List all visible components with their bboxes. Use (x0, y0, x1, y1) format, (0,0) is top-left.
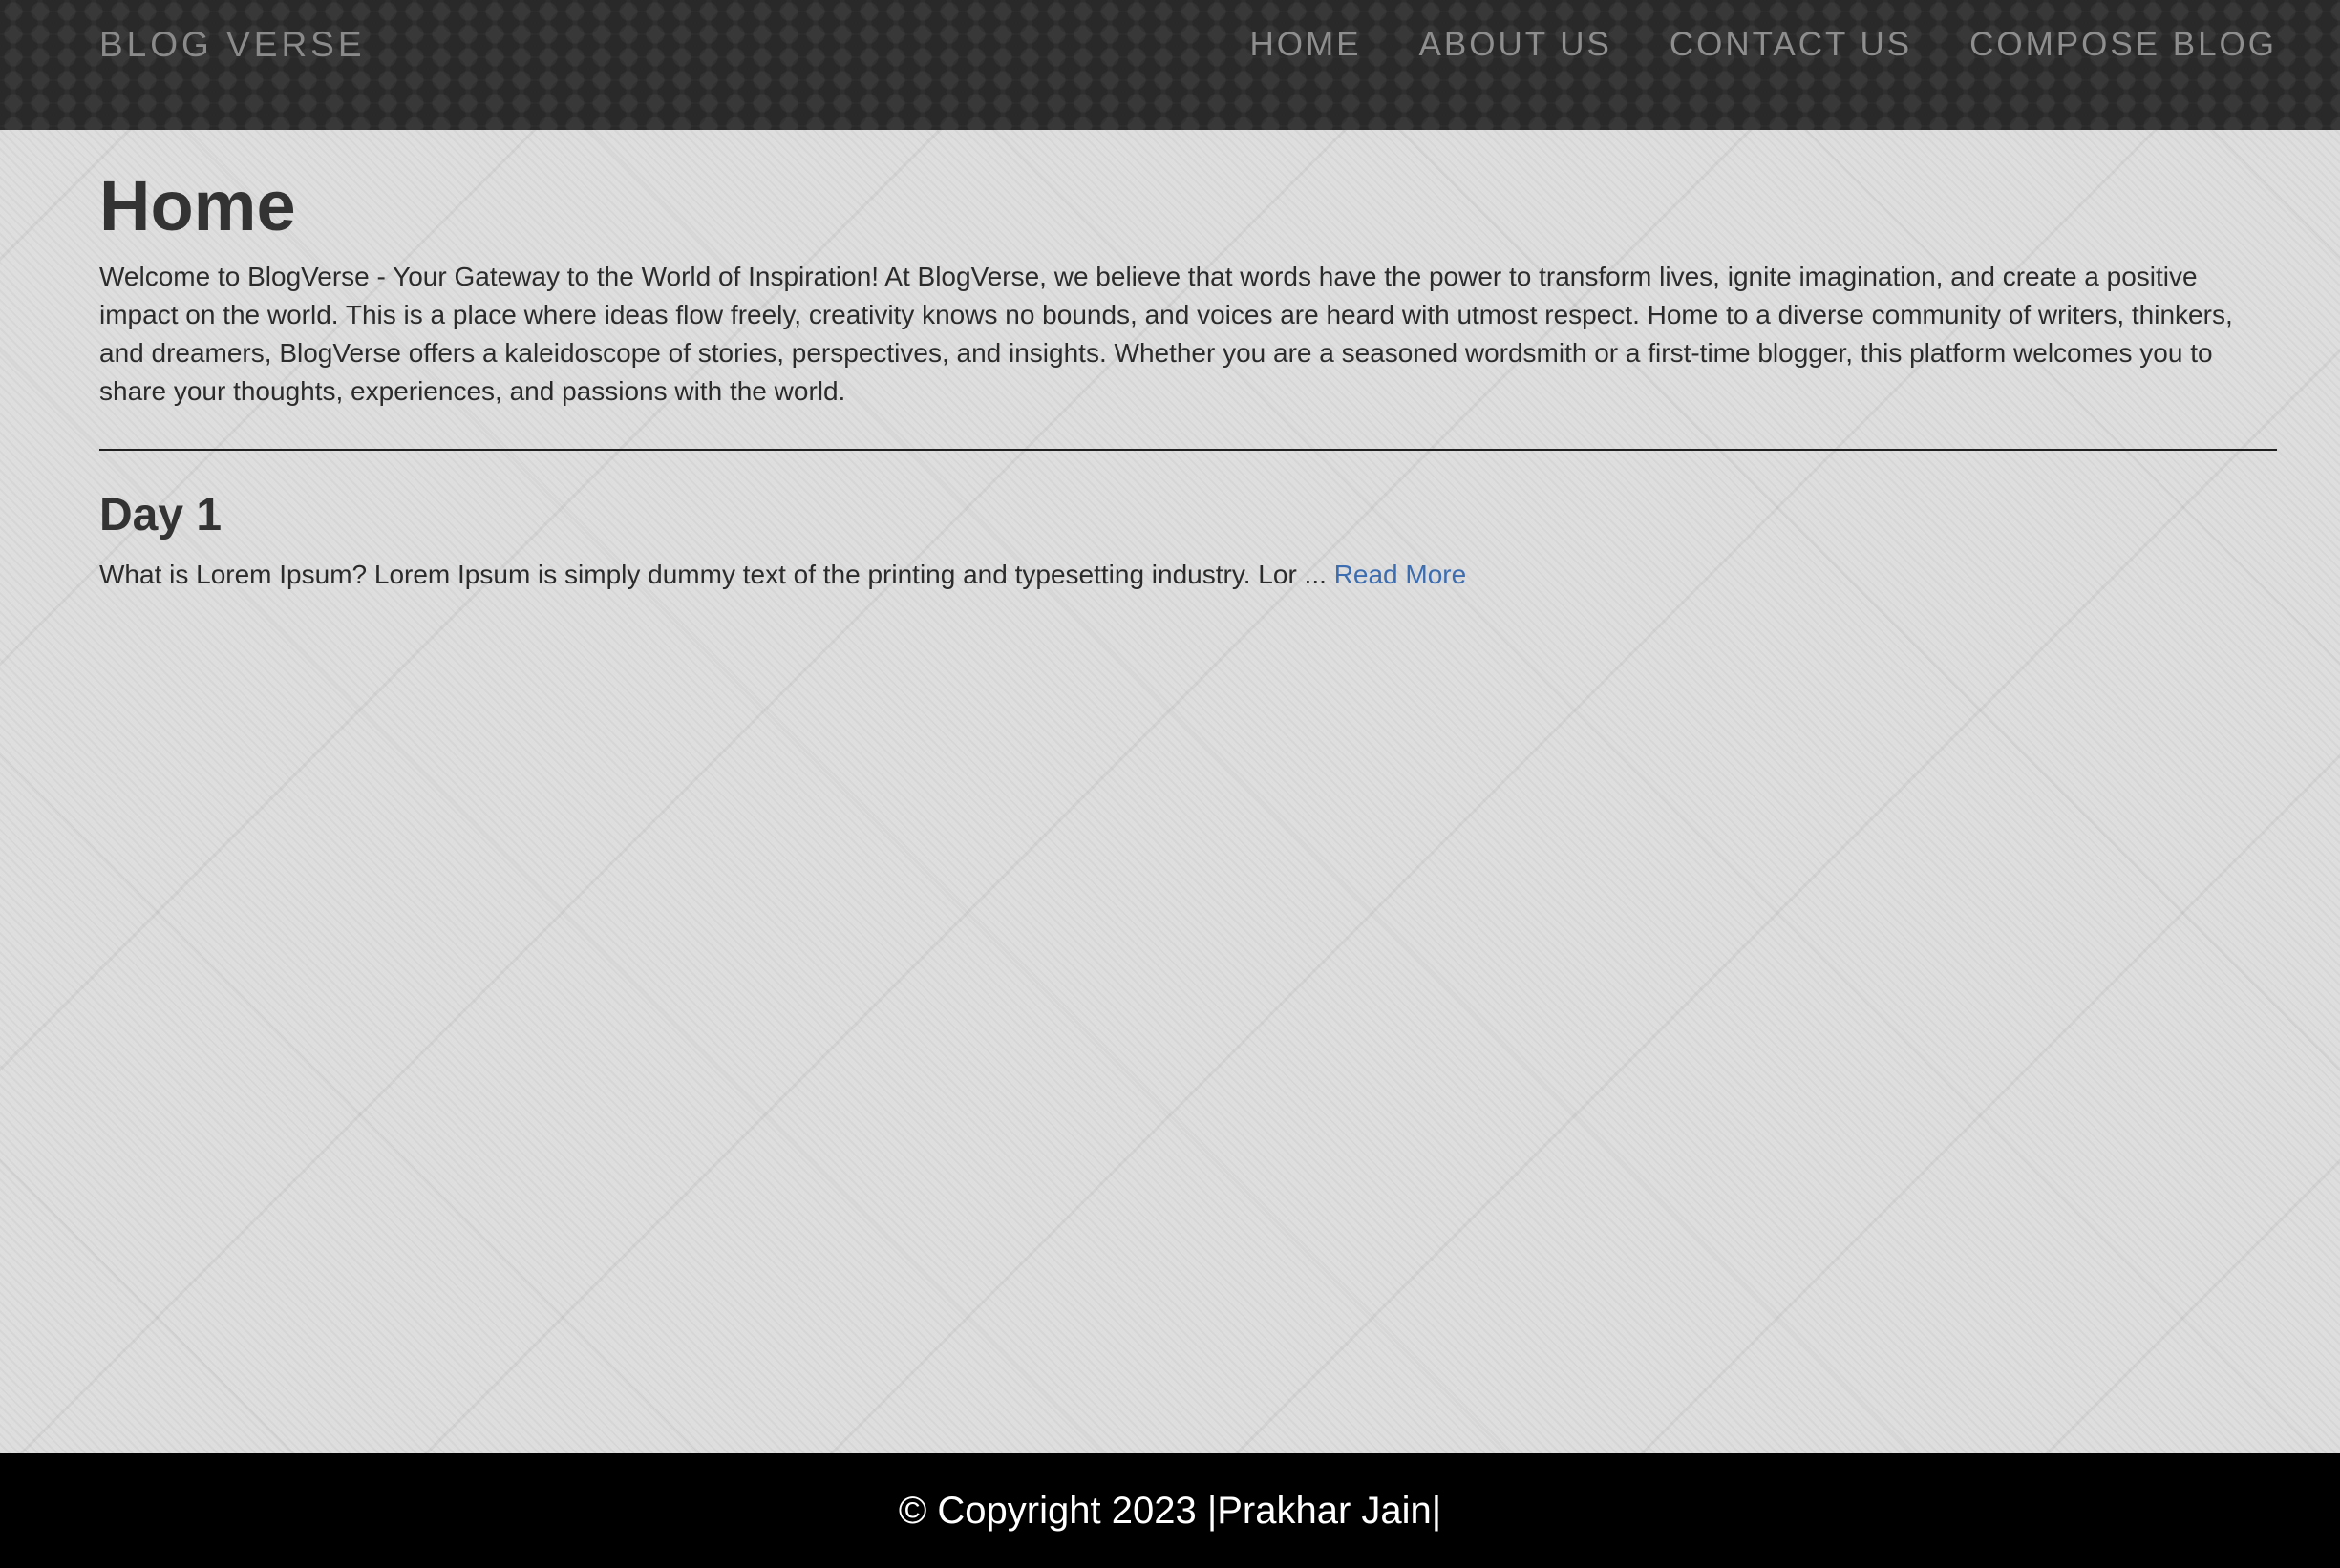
post-excerpt-text: What is Lorem Ipsum? Lorem Ipsum is simp… (99, 560, 1334, 589)
post-title: Day 1 (99, 490, 223, 540)
nav-link-contact-us[interactable]: CONTACT US (1670, 23, 1912, 67)
main-content: Home Welcome to BlogVerse - Your Gateway… (99, 162, 2277, 594)
brand-logo-link[interactable]: BLOG VERSE (99, 23, 366, 67)
post-excerpt: What is Lorem Ipsum? Lorem Ipsum is simp… (99, 556, 2277, 594)
copyright-text: © Copyright 2023 |Prakhar Jain| (898, 1490, 1442, 1532)
blog-post: Day 1 What is Lorem Ipsum? Lorem Ipsum i… (99, 487, 2277, 594)
navbar: BLOG VERSE HOME ABOUT US CONTACT US COMP… (0, 0, 2340, 130)
intro-paragraph: Welcome to BlogVerse - Your Gateway to t… (99, 262, 2233, 406)
read-more-link[interactable]: Read More (1334, 560, 1467, 589)
nav-link-about-us[interactable]: ABOUT US (1419, 23, 1612, 67)
footer: © Copyright 2023 |Prakhar Jain| (0, 1453, 2340, 1568)
nav-link-compose-blog[interactable]: COMPOSE BLOG (1969, 23, 2277, 67)
page-title: Home (99, 166, 296, 245)
nav-link-home[interactable]: HOME (1250, 23, 1362, 67)
nav-links: HOME ABOUT US CONTACT US COMPOSE BLOG (1250, 23, 2277, 67)
section-divider (99, 449, 2277, 451)
